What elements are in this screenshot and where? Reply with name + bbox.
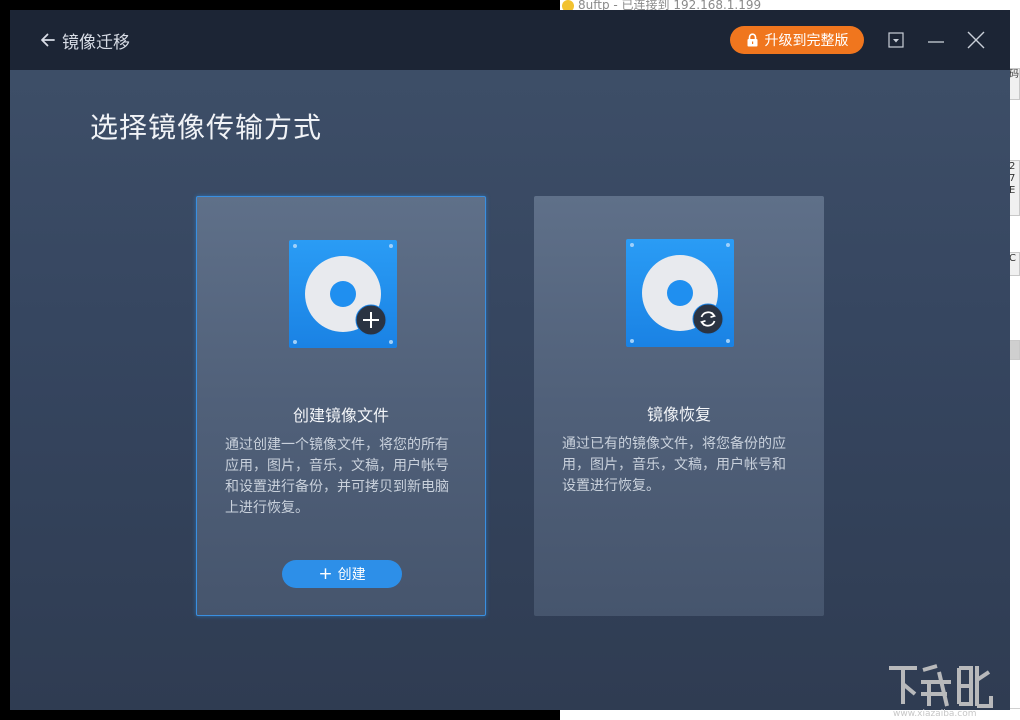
- disc-restore-icon: [626, 239, 734, 347]
- page-title: 选择镜像传输方式: [90, 106, 322, 146]
- site-watermark-logo: www.xiazaiba.com: [885, 660, 1015, 718]
- restore-image-description: 通过已有的镜像文件，将您备份的应用，图片，音乐，文稿，用户帐号和设置进行恢复。: [562, 434, 798, 497]
- app-window: 镜像迁移 升级到完整版 选择镜像传输方式: [10, 10, 1010, 710]
- create-button-label: 创建: [338, 564, 366, 584]
- dropdown-box-icon: [888, 32, 904, 48]
- upgrade-button[interactable]: 升级到完整版: [730, 26, 864, 54]
- svg-text:www.xiazaiba.com: www.xiazaiba.com: [893, 709, 977, 718]
- create-image-description: 通过创建一个镜像文件，将您的所有应用，图片，音乐，文稿，用户帐号和设置进行备份，…: [225, 435, 461, 519]
- lock-icon: [746, 33, 759, 47]
- minimize-button[interactable]: [924, 28, 948, 52]
- create-image-title: 创建镜像文件: [197, 402, 485, 426]
- plus-icon: +: [318, 566, 332, 583]
- minimize-icon: [927, 31, 945, 49]
- back-button-label: 镜像迁移: [62, 28, 130, 53]
- title-bar: 镜像迁移 升级到完整版: [10, 10, 1010, 70]
- create-image-card[interactable]: 创建镜像文件 通过创建一个镜像文件，将您的所有应用，图片，音乐，文稿，用户帐号和…: [196, 196, 486, 616]
- disc-add-icon: [289, 240, 397, 348]
- restore-image-card[interactable]: 镜像恢复 通过已有的镜像文件，将您备份的应用，图片，音乐，文稿，用户帐号和设置进…: [534, 196, 824, 616]
- close-button[interactable]: [964, 28, 988, 52]
- create-button[interactable]: + 创建: [282, 560, 402, 588]
- back-arrow-icon: [38, 30, 58, 50]
- back-button[interactable]: 镜像迁移: [38, 28, 130, 52]
- restore-image-title: 镜像恢复: [534, 401, 824, 425]
- close-icon: [967, 31, 985, 49]
- upgrade-button-label: 升级到完整版: [765, 30, 849, 50]
- dropdown-menu-button[interactable]: [884, 28, 908, 52]
